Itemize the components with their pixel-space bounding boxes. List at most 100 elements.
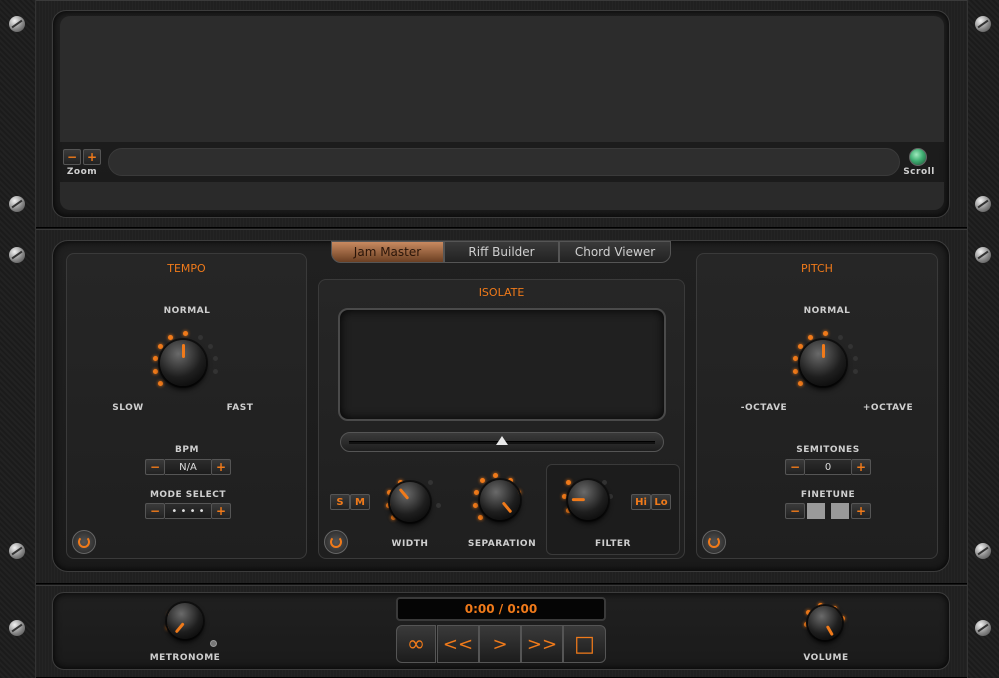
zoom-out-button[interactable]: − [63,149,81,165]
screw-icon [9,196,25,212]
screw-icon [975,196,991,212]
screw-icon [9,16,25,32]
tempo-led [158,344,163,349]
tab-riff-builder[interactable]: Riff Builder [444,241,559,263]
screw-icon [9,247,25,263]
mode-next-button[interactable]: + [211,503,231,519]
tempo-fast-label: FAST [226,403,254,413]
screw-icon [975,247,991,263]
finetune-label: FINETUNE [800,490,856,500]
tempo-led [153,356,158,361]
isolate-slider-thumb[interactable] [496,436,508,445]
waveform-display[interactable] [60,16,944,142]
filter-knob[interactable] [568,480,608,520]
tempo-power-button[interactable] [72,530,96,554]
finetune-increase-button[interactable]: + [851,503,871,519]
isolate-title: ISOLATE [478,286,525,299]
screw-icon [9,543,25,559]
isolate-display [338,308,666,421]
stop-button[interactable]: □ [563,625,606,663]
plus-octave-label: +OCTAVE [862,403,914,413]
width-led [436,503,441,508]
tab-chord-viewer[interactable]: Chord Viewer [559,241,671,263]
pitch-led [808,335,813,340]
fast-forward-icon: >> [526,633,558,655]
pitch-led [848,344,853,349]
filter-label: FILTER [595,539,631,549]
semitones-decrease-button[interactable]: − [785,459,805,475]
pitch-led [823,331,828,336]
loop-icon: ∞ [406,631,426,657]
tempo-led [168,335,173,340]
metronome-label: METRONOME [149,653,221,663]
pitch-normal-label: NORMAL [803,306,851,316]
zoom-in-button[interactable]: + [83,149,101,165]
tempo-title: TEMPO [167,262,206,275]
bpm-value: N/A [165,459,211,475]
power-icon [78,536,90,548]
width-label: WIDTH [391,539,429,549]
zoom-label: Zoom [66,167,98,177]
tempo-led [213,356,218,361]
pitch-led [798,381,803,386]
minus-octave-label: -OCTAVE [740,403,788,413]
volume-knob[interactable] [808,606,842,640]
pitch-title: PITCH [801,262,833,275]
play-button[interactable]: > [479,625,521,663]
separation-led [474,490,479,495]
power-icon [330,536,342,548]
metronome-knob[interactable] [167,603,203,639]
waveform-scrollbar[interactable] [108,148,900,176]
finetune-decrease-button[interactable]: − [785,503,805,519]
tempo-led [183,331,188,336]
tempo-led [158,381,163,386]
pitch-led [793,356,798,361]
tempo-slow-label: SLOW [112,403,144,413]
width-led [428,480,433,485]
tempo-led [213,369,218,374]
screw-icon [975,620,991,636]
volume-label: VOLUME [803,653,849,663]
play-icon: > [492,633,508,655]
stop-icon: □ [574,631,595,657]
left-rack-rail [0,0,36,678]
semitones-increase-button[interactable]: + [851,459,871,475]
pitch-led [798,344,803,349]
filter-lo-button[interactable]: Lo [651,494,671,510]
tempo-normal-label: NORMAL [163,306,211,316]
pitch-led [838,335,843,340]
tempo-knob[interactable] [160,340,206,386]
separation-knob[interactable] [480,480,520,520]
bpm-increase-button[interactable]: + [211,459,231,475]
pitch-knob[interactable] [800,340,846,386]
tab-jam-master[interactable]: Jam Master [331,241,444,263]
pitch-led [853,369,858,374]
pitch-power-button[interactable] [702,530,726,554]
filter-hi-button[interactable]: Hi [631,494,651,510]
pitch-led [853,356,858,361]
separation-led [480,478,485,483]
mode-previous-button[interactable]: − [145,503,165,519]
fast-forward-button[interactable]: >> [521,625,563,663]
finetune-value [805,503,851,519]
separation-led [473,503,478,508]
mute-button[interactable]: M [350,494,370,510]
filter-led [566,480,571,485]
loop-button[interactable]: ∞ [396,625,436,663]
mode-select-label: MODE SELECT [149,490,227,500]
mode-value: • • • • [165,503,211,519]
bpm-decrease-button[interactable]: − [145,459,165,475]
tempo-led [208,344,213,349]
rewind-button[interactable]: << [437,625,479,663]
metronome-indicator [210,640,217,647]
isolate-power-button[interactable] [324,530,348,554]
width-knob[interactable] [390,482,430,522]
separation-led [478,515,483,520]
power-icon [708,536,720,548]
bpm-label: BPM [175,445,199,455]
waveform-footer-strip [60,182,944,210]
scroll-toggle-button[interactable] [909,148,927,166]
filter-led [562,494,567,499]
tempo-led [198,335,203,340]
solo-button[interactable]: S [330,494,350,510]
